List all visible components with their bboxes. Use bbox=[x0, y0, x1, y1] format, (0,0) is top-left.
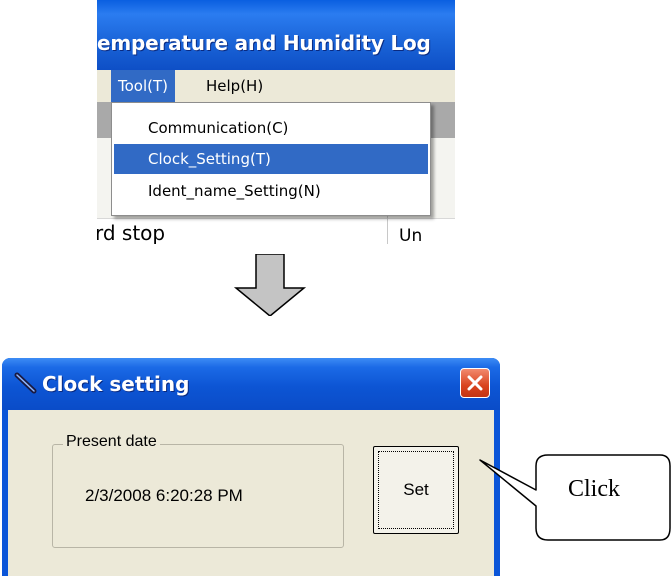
app-title: emperature and Humidity Log bbox=[97, 31, 431, 55]
clock-setting-dialog: Clock setting Present date 2/3/2008 6:20… bbox=[2, 358, 500, 576]
down-arrow-icon bbox=[233, 254, 307, 316]
menu-item-communication[interactable]: Communication(C) bbox=[114, 113, 428, 143]
present-date-value: 2/3/2008 6:20:28 PM bbox=[85, 486, 243, 505]
menu-item-clock-setting[interactable]: Clock_Setting(T) bbox=[114, 144, 428, 174]
background-cell-text: rd stop bbox=[97, 221, 166, 244]
app-window-crop: emperature and Humidity Log Tool(T) Help… bbox=[97, 0, 455, 244]
app-titlebar: emperature and Humidity Log bbox=[97, 0, 455, 70]
dialog-body: Present date 2/3/2008 6:20:28 PM Set bbox=[8, 410, 494, 576]
present-date-label: Present date bbox=[63, 433, 160, 451]
callout-text: Click bbox=[568, 476, 620, 502]
menu-help[interactable]: Help(H) bbox=[199, 70, 270, 102]
set-button-label: Set bbox=[403, 480, 429, 499]
dialog-titlebar: Clock setting bbox=[2, 358, 500, 410]
set-button[interactable]: Set bbox=[373, 446, 459, 534]
background-cell-text-2: Un bbox=[399, 226, 423, 244]
menu-tool[interactable]: Tool(T) bbox=[111, 70, 176, 102]
menubar: Tool(T) Help(H) bbox=[97, 70, 455, 102]
menu-item-ident-name-setting[interactable]: Ident_name_Setting(N) bbox=[114, 176, 428, 206]
clock-pen-icon bbox=[14, 372, 37, 394]
tool-dropdown-menu: Communication(C) Clock_Setting(T) Ident_… bbox=[111, 102, 431, 216]
close-button[interactable] bbox=[460, 368, 490, 398]
present-date-group: Present date 2/3/2008 6:20:28 PM bbox=[52, 433, 344, 548]
grid-row-divider bbox=[97, 218, 455, 219]
close-icon bbox=[467, 375, 483, 391]
dialog-title: Clock setting bbox=[42, 372, 190, 396]
